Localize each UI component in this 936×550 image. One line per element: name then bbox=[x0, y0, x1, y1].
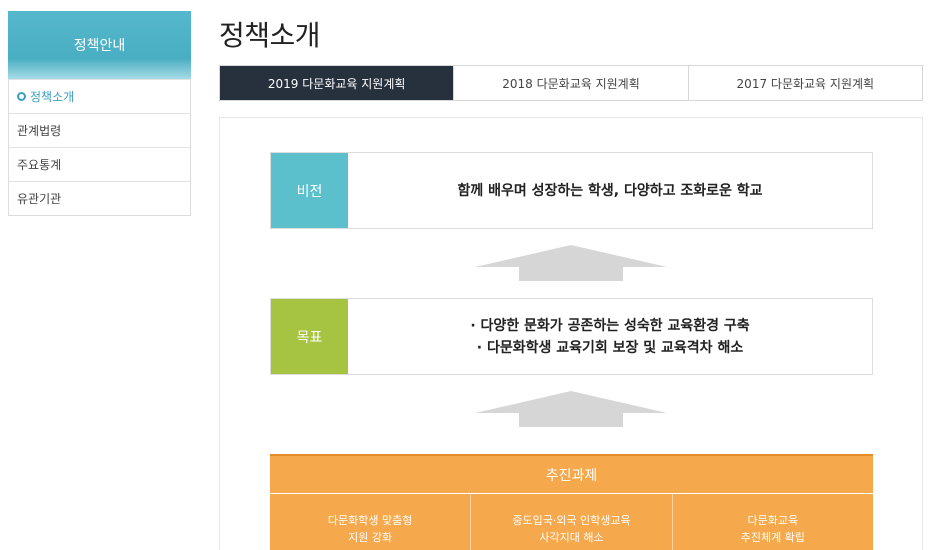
sidebar-item-laws[interactable]: 관계법령 bbox=[9, 113, 190, 147]
task-item: 다문화학생 맞춤형 지원 강화 bbox=[270, 494, 470, 550]
vision-label: 비전 bbox=[271, 153, 348, 228]
active-ring-icon bbox=[17, 92, 26, 101]
sidebar: 정책안내 정책소개 관계법령 주요통계 유관기관 bbox=[8, 11, 191, 216]
vision-text-box: 함께 배우며 성장하는 학생, 다양하고 조화로운 학교 bbox=[348, 153, 872, 228]
vision-row: 비전 함께 배우며 성장하는 학생, 다양하고 조화로운 학교 bbox=[270, 152, 873, 229]
tab-2019[interactable]: 2019 다문화교육 지원계획 bbox=[220, 66, 454, 100]
sidebar-header: 정책안내 bbox=[8, 11, 191, 79]
sidebar-item-label: 관계법령 bbox=[17, 124, 62, 138]
tab-2017[interactable]: 2017 다문화교육 지원계획 bbox=[687, 66, 922, 100]
sidebar-title: 정책안내 bbox=[73, 38, 126, 54]
goal-row: 목표 · 다양한 문화가 공존하는 성숙한 교육환경 구축 · 다문화학생 교육… bbox=[270, 298, 873, 375]
task-line: 지원 강화 bbox=[348, 531, 393, 544]
sidebar-item-policy-intro[interactable]: 정책소개 bbox=[9, 79, 190, 113]
task-item: 중도입국·외국 인학생교육 사각지대 해소 bbox=[470, 494, 671, 550]
sidebar-item-agencies[interactable]: 유관기관 bbox=[9, 181, 190, 215]
goal-line: · 다양한 문화가 공존하는 성숙한 교육환경 구축 bbox=[470, 317, 750, 334]
vision-text: 함께 배우며 성장하는 학생, 다양하고 조화로운 학교 bbox=[457, 182, 763, 199]
task-line: 추진체계 확립 bbox=[740, 531, 805, 544]
task-line: 다문화교육 bbox=[747, 514, 799, 527]
tasks-title: 추진과제 bbox=[270, 456, 873, 494]
plan-tabs: 2019 다문화교육 지원계획 2018 다문화교육 지원계획 2017 다문화… bbox=[219, 65, 923, 101]
sidebar-item-statistics[interactable]: 주요통계 bbox=[9, 147, 190, 181]
policy-diagram: 비전 함께 배우며 성장하는 학생, 다양하고 조화로운 학교 목표 · 다양한… bbox=[219, 117, 923, 550]
sidebar-list: 정책소개 관계법령 주요통계 유관기관 bbox=[8, 79, 191, 216]
task-line: 중도입국·외국 인학생교육 bbox=[512, 514, 631, 527]
tab-2018[interactable]: 2018 다문화교육 지원계획 bbox=[453, 66, 688, 100]
up-arrow-icon bbox=[475, 245, 667, 281]
page-title: 정책소개 bbox=[219, 19, 321, 52]
up-arrow-icon bbox=[475, 391, 667, 427]
task-line: 사각지대 해소 bbox=[539, 531, 604, 544]
tasks-panel: 추진과제 다문화학생 맞춤형 지원 강화 중도입국·외국 인학생교육 사각지대 … bbox=[270, 454, 873, 550]
task-line: 다문화학생 맞춤형 bbox=[327, 514, 413, 527]
sidebar-item-label: 정책소개 bbox=[30, 90, 75, 104]
goal-text-box: · 다양한 문화가 공존하는 성숙한 교육환경 구축 · 다문화학생 교육기회 … bbox=[348, 299, 872, 374]
sidebar-item-label: 유관기관 bbox=[17, 192, 62, 206]
goal-label: 목표 bbox=[271, 299, 348, 374]
task-item: 다문화교육 추진체계 확립 bbox=[671, 494, 873, 550]
goal-line: · 다문화학생 교육기회 보장 및 교육격차 해소 bbox=[476, 339, 744, 356]
sidebar-item-label: 주요통계 bbox=[17, 158, 62, 172]
tasks-columns: 다문화학생 맞춤형 지원 강화 중도입국·외국 인학생교육 사각지대 해소 다문… bbox=[270, 494, 873, 550]
